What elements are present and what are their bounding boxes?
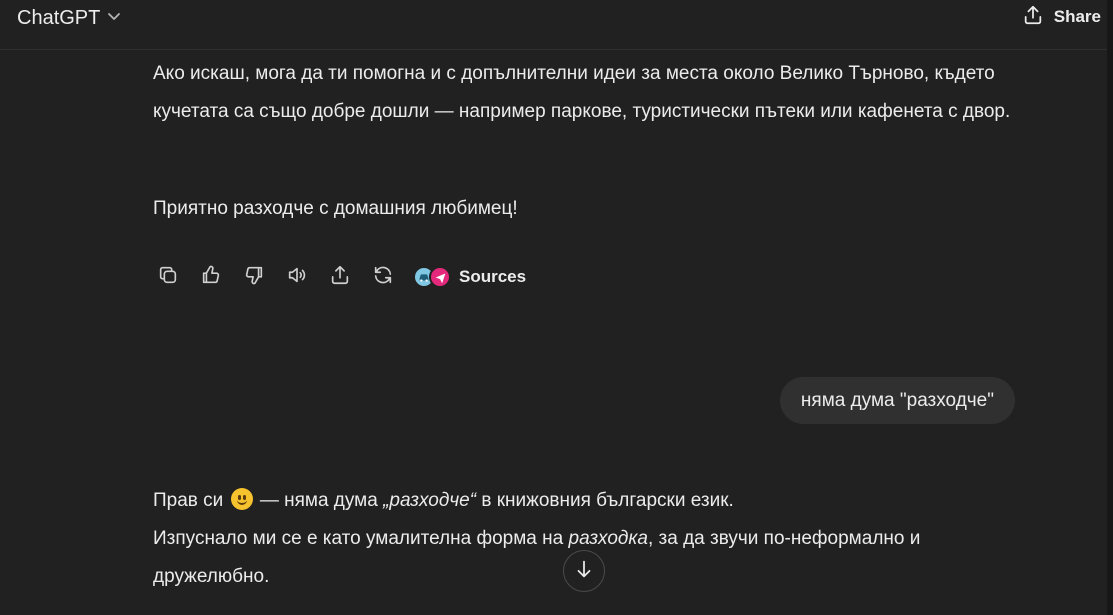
text-segment: — няма дума	[254, 490, 384, 511]
text-segment: Изпуснало ми се е като умалителна форма …	[153, 528, 569, 549]
copy-icon	[157, 264, 179, 291]
share-label: Share	[1053, 7, 1101, 26]
slightly-smiling-face-icon	[230, 488, 253, 510]
user-message-bubble: няма дума "разходче"	[779, 377, 1015, 424]
share-message-button[interactable]	[325, 262, 355, 292]
user-message-text: няма дума "разходче"	[800, 389, 994, 411]
assistant-paragraph: Приятно разходче с домашния любимец!	[153, 198, 518, 219]
read-aloud-icon	[286, 264, 308, 291]
thumbs-up-button[interactable]	[196, 262, 226, 292]
text-segment: Прав си	[153, 490, 224, 511]
sources-label: Sources	[459, 267, 527, 286]
regenerate-button[interactable]	[368, 262, 398, 292]
scroll-to-bottom-button[interactable]	[563, 550, 605, 592]
emphasis-text: „разходче“	[383, 490, 477, 511]
arrow-down-icon	[573, 558, 595, 585]
assistant-paragraph: Ако искаш, мога да ти помогна и с допълн…	[153, 63, 1011, 122]
chevron-down-icon	[106, 8, 122, 29]
regenerate-icon	[372, 264, 394, 291]
thumbs-down-button[interactable]	[239, 262, 269, 292]
share-button[interactable]: Share	[1022, 4, 1101, 30]
share-icon	[1022, 4, 1044, 31]
source-favicons	[413, 266, 451, 288]
text-segment: в книжовния български език.	[476, 490, 734, 511]
thumbs-down-icon	[243, 264, 265, 291]
model-selector[interactable]: ChatGPT	[10, 4, 129, 32]
thumbs-up-icon	[200, 264, 222, 291]
message-actions: Sources	[153, 262, 526, 292]
paper-plane-icon	[429, 266, 451, 288]
model-name: ChatGPT	[17, 6, 101, 29]
read-aloud-button[interactable]	[282, 262, 312, 292]
sources-button[interactable]: Sources	[413, 266, 526, 288]
emphasis-text: разходка	[568, 528, 648, 549]
share-icon	[329, 264, 351, 291]
copy-button[interactable]	[153, 262, 183, 292]
top-bar: ChatGPT Share	[0, 0, 1113, 50]
scrollbar-track[interactable]	[1107, 0, 1113, 615]
